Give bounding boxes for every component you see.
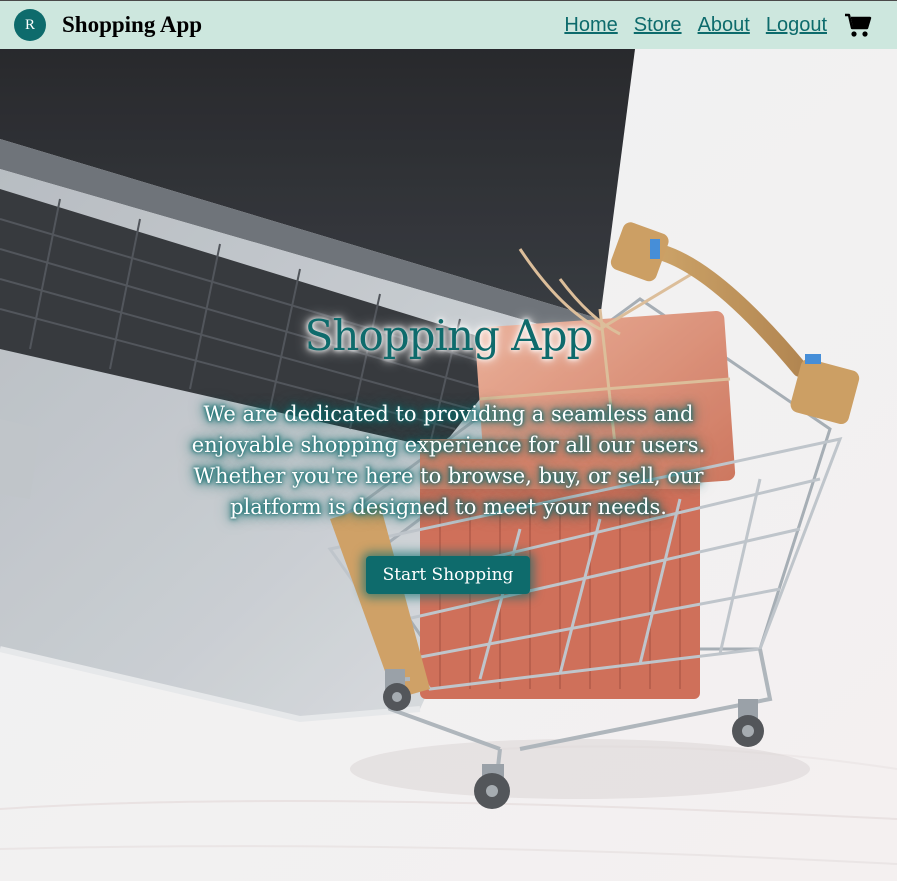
nav-link-store[interactable]: Store: [634, 13, 682, 37]
nav-links: Home Store About Logout: [564, 13, 827, 37]
nav-link-home[interactable]: Home: [564, 13, 617, 37]
navbar: R Shopping App Home Store About Logout: [0, 0, 897, 49]
start-shopping-button[interactable]: Start Shopping: [366, 556, 530, 594]
page: R Shopping App Home Store About Logout S…: [0, 0, 897, 881]
brand-avatar[interactable]: R: [14, 9, 46, 41]
nav-link-logout[interactable]: Logout: [766, 13, 827, 37]
shopping-cart-icon[interactable]: [844, 12, 872, 38]
brand-title[interactable]: Shopping App: [62, 11, 202, 39]
hero-title: Shopping App: [304, 311, 594, 360]
nav-link-about[interactable]: About: [698, 13, 750, 37]
hero-description: We are dedicated to providing a seamless…: [191, 402, 706, 519]
